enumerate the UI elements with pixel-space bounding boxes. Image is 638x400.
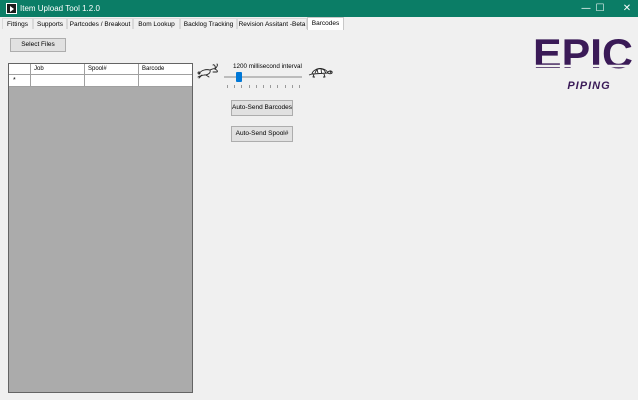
title-bar[interactable]: Item Upload Tool 1.2.0 — ☐ ✕ bbox=[0, 0, 638, 17]
slider-tick bbox=[291, 85, 293, 88]
logo-subtitle: PIPING bbox=[567, 80, 610, 92]
slider-tick bbox=[234, 85, 236, 88]
auto-send-barcodes-button[interactable]: Auto-Send Barcodes bbox=[231, 100, 293, 116]
select-files-button[interactable]: Select Files bbox=[10, 38, 66, 52]
tab-fittings[interactable]: Fittings bbox=[2, 18, 33, 29]
slider-tick bbox=[299, 85, 300, 88]
grid-header: Job Spool# Barcode bbox=[9, 64, 192, 75]
new-row-marker: * bbox=[9, 75, 31, 86]
tab-revision-assistant[interactable]: Revision Assitant -Beta bbox=[237, 18, 307, 29]
close-button[interactable]: ✕ bbox=[613, 0, 638, 17]
maximize-button[interactable]: ☐ bbox=[586, 0, 614, 17]
slider-tick bbox=[248, 85, 250, 88]
slider-tick bbox=[241, 85, 243, 88]
column-header-barcode[interactable]: Barcode bbox=[139, 64, 192, 74]
tab-barcodes[interactable]: Barcodes bbox=[307, 17, 344, 30]
column-header-spool[interactable]: Spool# bbox=[85, 64, 139, 74]
job-cell[interactable] bbox=[31, 75, 85, 86]
row-header-corner bbox=[9, 64, 31, 74]
slider-tick bbox=[263, 85, 264, 88]
slider-tick bbox=[255, 85, 257, 88]
tab-strip: Fittings Supports Partcodes / Breakout B… bbox=[0, 17, 638, 30]
barcode-cell[interactable] bbox=[139, 75, 192, 86]
spool-cell[interactable] bbox=[85, 75, 139, 86]
window-title: Item Upload Tool 1.2.0 bbox=[20, 4, 100, 13]
column-header-job[interactable]: Job bbox=[31, 64, 85, 74]
slider-tick bbox=[227, 85, 228, 88]
slider-tick bbox=[284, 85, 286, 88]
auto-send-spool-button[interactable]: Auto-Send Spool# bbox=[231, 126, 293, 142]
tab-partcodes-breakout[interactable]: Partcodes / Breakout bbox=[67, 18, 133, 29]
turtle-icon bbox=[308, 68, 333, 78]
interval-label: 1200 millisecond interval bbox=[233, 63, 302, 70]
tab-backlog-tracking[interactable]: Backlog Tracking bbox=[180, 18, 237, 29]
logo-wordmark: EPIC bbox=[533, 30, 633, 77]
new-row[interactable]: * bbox=[9, 75, 192, 87]
rabbit-icon bbox=[197, 63, 218, 79]
tab-bom-lookup[interactable]: Bom Lookup bbox=[133, 18, 180, 29]
data-grid[interactable]: Job Spool# Barcode * bbox=[8, 63, 193, 393]
interval-slider-thumb[interactable] bbox=[235, 72, 242, 82]
epic-piping-logo: EPIC PIPING bbox=[530, 30, 633, 92]
app-icon bbox=[6, 3, 17, 14]
slider-tick bbox=[270, 85, 272, 88]
tab-supports[interactable]: Supports bbox=[33, 18, 67, 29]
slider-tick bbox=[277, 85, 279, 88]
